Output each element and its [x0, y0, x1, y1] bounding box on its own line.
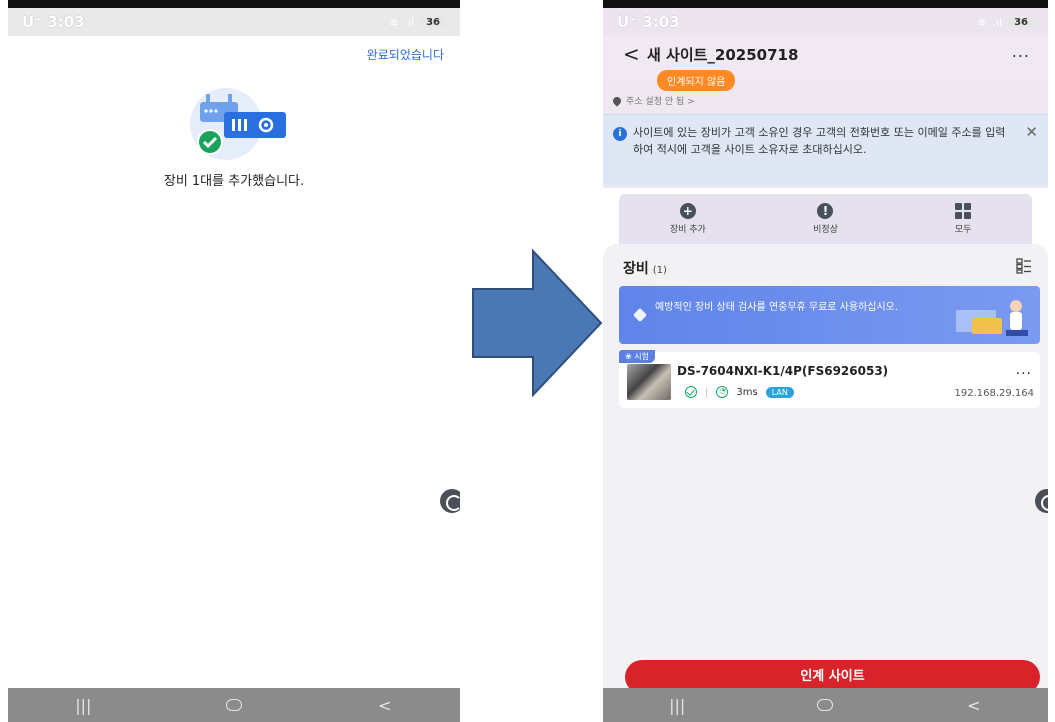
recent-apps-button[interactable]: |||	[63, 696, 103, 715]
device-status-row: | ◔ 3ms LAN	[685, 386, 794, 398]
all-label: 모두	[954, 225, 972, 235]
device-ip: 192.168.29.164	[954, 388, 1034, 399]
info-banner: i 사이트에 있는 장비가 고객 소유인 경우 고객의 전화번호 또는 이메일 …	[603, 114, 1048, 186]
devices-sheet: 장비 (1) 예방적인 장비 상태 검사를 연중무휴 무료로 사용하십시오. ❀ …	[603, 244, 1048, 688]
status-time: U⁺ 3:03	[22, 13, 85, 31]
battery-icon: 36	[1008, 16, 1034, 28]
device-name: DS-7604NXI-K1/4P(FS6926053)	[677, 364, 889, 378]
all-filter-button[interactable]: 모두	[923, 203, 1003, 235]
home-button[interactable]	[805, 699, 845, 711]
promo-illustration	[956, 300, 1028, 336]
grid-icon	[955, 203, 972, 219]
status-icons: ≋ .ıl 36	[977, 16, 1034, 29]
promo-cube-icon	[632, 307, 648, 323]
divider: |	[705, 386, 709, 398]
abnormal-label: 비정상	[813, 225, 838, 235]
system-nav-bar: ||| <	[603, 688, 1048, 722]
abnormal-filter-button[interactable]: ! 비정상	[785, 203, 865, 235]
device-added-illustration	[180, 80, 290, 160]
promo-banner[interactable]: 예방적인 장비 상태 검사를 연중무휴 무료로 사용하십시오.	[619, 286, 1040, 344]
success-message: 장비 1대를 추가했습니다.	[163, 174, 305, 189]
address-label: 주소 설정 안 됨 >	[626, 97, 695, 107]
home-icon	[225, 699, 242, 711]
info-banner-text: 사이트에 있는 장비가 고객 소유인 경우 고객의 전화번호 또는 이메일 주소…	[633, 126, 1006, 156]
signal-icon: .ıl	[992, 15, 1003, 29]
device-card[interactable]: ❀ 시험 DS-7604NXI-K1/4P(FS6926053) ... | ◔…	[619, 350, 1040, 408]
add-device-label: 장비 추가	[669, 225, 706, 235]
add-device-button[interactable]: + 장비 추가	[648, 203, 728, 235]
action-bar: + 장비 추가 ! 비정상 모두	[619, 194, 1032, 244]
site-title: 새 사이트_20250718	[647, 46, 799, 64]
back-button[interactable]: <	[954, 696, 994, 715]
right-arrow-icon	[472, 249, 603, 397]
device-more-button[interactable]: ...	[1016, 362, 1032, 378]
phone-screen-right: U⁺ 3:03 ≋ .ıl 36 < 새 사이트_20250718 ... 인계…	[603, 0, 1048, 722]
home-button[interactable]	[214, 699, 254, 711]
list-view-icon[interactable]	[1016, 258, 1032, 274]
status-bar: U⁺ 3:03 ≋ .ıl 36	[603, 0, 1048, 36]
device-count: (1)	[652, 265, 667, 276]
battery-icon: 36	[420, 16, 446, 28]
plus-icon: +	[679, 203, 696, 219]
network-badge: LAN	[765, 386, 794, 398]
devices-section-title: 장비 (1)	[623, 261, 667, 277]
more-menu-button[interactable]: ...	[1012, 42, 1030, 61]
home-icon	[817, 699, 834, 711]
wifi-icon: ≋	[389, 15, 399, 29]
ping-value: 3ms	[736, 386, 758, 398]
trial-tag: ❀ 시험	[619, 350, 655, 363]
status-bar: U⁺ 3:03 ≋ .ıl 36	[8, 0, 460, 36]
info-icon: i	[613, 127, 627, 141]
floating-assist-icon[interactable]	[440, 489, 460, 513]
online-check-icon	[685, 386, 697, 398]
phone-screen-left: U⁺ 3:03 ≋ .ıl 36 완료되었습니다 장비 1대를 추가했습니다. …	[8, 0, 460, 722]
alert-icon: !	[817, 203, 834, 219]
system-nav-bar: ||| <	[8, 688, 460, 722]
device-thumbnail	[627, 364, 671, 400]
wifi-icon: ≋	[977, 15, 987, 29]
ping-icon: ◔	[716, 386, 729, 398]
address-setting-link[interactable]: 주소 설정 안 됨 >	[611, 94, 695, 107]
status-time: U⁺ 3:03	[617, 13, 680, 31]
signal-icon: .ıl	[404, 15, 415, 29]
back-button[interactable]: <	[365, 696, 405, 715]
promo-text: 예방적인 장비 상태 검사를 연중무휴 무료로 사용하십시오.	[655, 302, 899, 313]
location-pin-icon	[611, 94, 623, 107]
recent-apps-button[interactable]: |||	[657, 696, 697, 715]
status-badge: 인계되지 않음	[657, 70, 736, 91]
back-arrow-icon[interactable]: <	[623, 42, 640, 66]
close-icon[interactable]: ✕	[1025, 123, 1038, 141]
done-button[interactable]: 완료되었습니다	[367, 46, 444, 63]
status-icons: ≋ .ıl 36	[389, 16, 446, 29]
